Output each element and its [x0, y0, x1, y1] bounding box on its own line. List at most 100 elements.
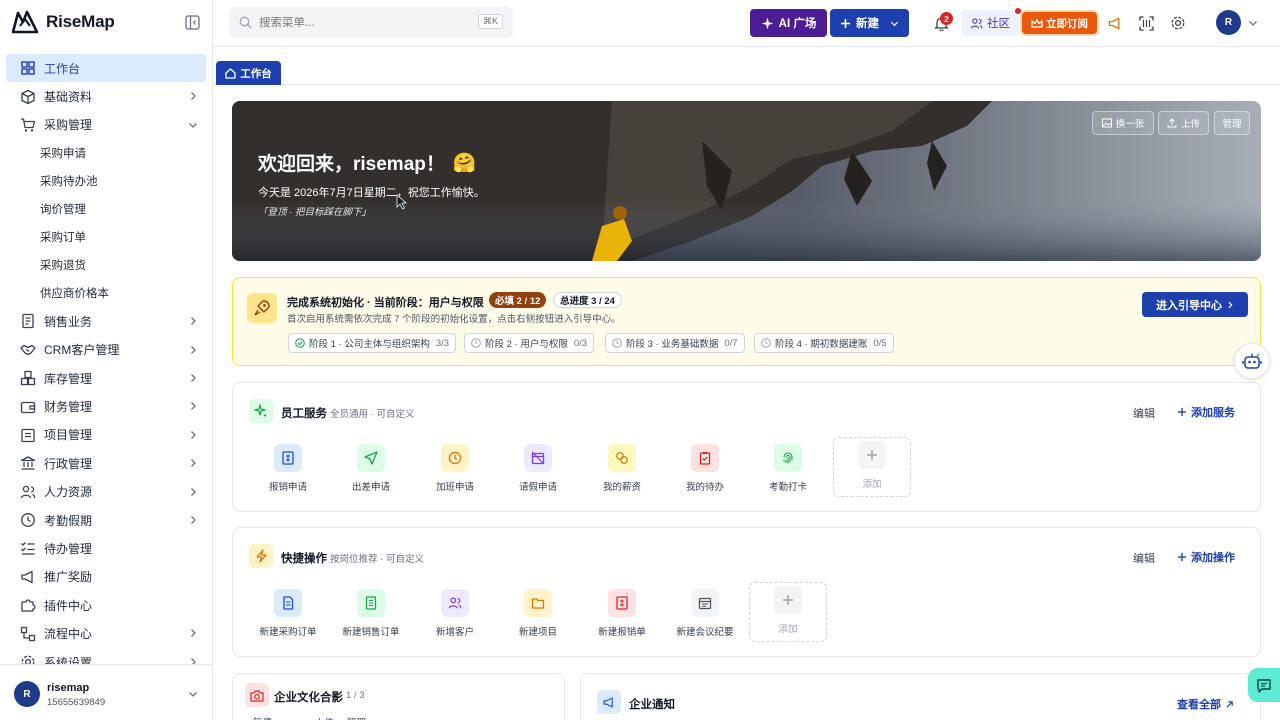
sidebar-item-basic-data[interactable]: 基础资料	[6, 82, 206, 110]
avatar: R	[14, 681, 40, 707]
stage-4-chip[interactable]: 阶段 4 · 期初数据建账 0/5	[754, 333, 894, 353]
receipt-icon	[608, 589, 636, 617]
sidebar-item-label: 考勤假期	[44, 513, 93, 528]
sidebar-item-settings[interactable]: 系统设置	[6, 648, 206, 664]
megaphone-icon[interactable]	[1105, 13, 1125, 33]
ai-plaza-button[interactable]: AI 广场	[750, 9, 827, 37]
sidebar-subitem[interactable]: 采购退货	[0, 251, 212, 279]
app-name: RiseMap	[46, 12, 115, 31]
add-quick-button[interactable]: 添加操作	[1177, 549, 1235, 565]
sidebar-subitem[interactable]: 采购待办池	[0, 167, 212, 195]
sidebar-item-project[interactable]: 项目管理	[6, 421, 206, 449]
edit-quick-button[interactable]: 编辑	[1133, 550, 1155, 566]
sidebar-item-label: 流程中心	[44, 627, 93, 642]
service-reimbursement[interactable]: 报销申请	[249, 441, 327, 499]
chevron-down-icon[interactable]	[1248, 18, 1258, 28]
service-overtime[interactable]: 加班申请	[416, 441, 494, 499]
collapse-sidebar-icon[interactable]	[185, 15, 200, 30]
users-icon	[970, 17, 983, 29]
tile-label: 考勤打卡	[768, 482, 807, 493]
services-subtitle: 全员通用 · 可自定义	[330, 409, 415, 420]
search-input[interactable]	[259, 16, 469, 29]
edit-services-button[interactable]: 编辑	[1133, 405, 1155, 421]
plus-icon	[841, 18, 850, 28]
quick-new-purchase-order[interactable]: 新建采购订单	[249, 586, 327, 644]
community-button[interactable]: 社区	[961, 10, 1019, 36]
tab-dashboard[interactable]: 工作台	[216, 61, 281, 85]
sidebar-item-purchase[interactable]: 采购管理	[6, 111, 206, 139]
add-quick-tile[interactable]: 添加	[749, 582, 827, 642]
sidebar-item-promotion[interactable]: 推广奖励	[6, 563, 206, 591]
sparkle-icon	[761, 17, 774, 29]
services-title: 员工服务	[281, 408, 327, 420]
menu-search[interactable]: ⌘K	[229, 7, 513, 38]
stage-3-chip[interactable]: 阶段 3 · 业务基础数据 0/7	[605, 333, 745, 353]
chevron-right-icon	[191, 402, 196, 411]
workflow-icon	[20, 626, 36, 641]
gear-icon[interactable]	[1168, 13, 1188, 33]
sidebar-item-inventory[interactable]: 库存管理	[6, 364, 206, 392]
culture-upload-button[interactable]: 上传	[315, 715, 334, 720]
sidebar-item-hr[interactable]: 人力资源	[6, 478, 206, 506]
quick-new-project[interactable]: 新建项目	[499, 586, 577, 644]
wallet-icon	[20, 401, 36, 413]
app-logo[interactable]: RiseMap	[10, 8, 115, 36]
new-button[interactable]: 新建	[830, 9, 909, 37]
sidebar-item-admin[interactable]: 行政管理	[6, 449, 206, 477]
sidebar-item-todo[interactable]: 待办管理	[6, 534, 206, 562]
sidebar-item-attendance[interactable]: 考勤假期	[6, 506, 206, 534]
change-image-button[interactable]: 换一张	[1092, 111, 1154, 135]
tile-label: 新建报销单	[598, 627, 646, 638]
ai-assistant-button[interactable]	[1234, 343, 1270, 379]
sidebar-subitem[interactable]: 询价管理	[0, 195, 212, 223]
manage-images-button[interactable]: 管理	[1214, 111, 1250, 135]
sidebar-subitem[interactable]: 供应商价格本	[0, 279, 212, 307]
chevron-right-icon	[191, 345, 196, 354]
sidebar-item-workflow[interactable]: 流程中心	[6, 619, 206, 647]
chevron-down-icon	[189, 692, 197, 697]
service-my-todo[interactable]: 我的待办	[666, 441, 744, 499]
required-progress-badge: 必填 2 / 12	[489, 292, 547, 308]
quick-new-customer[interactable]: 新增客户	[416, 586, 494, 644]
dashboard-icon	[21, 61, 35, 75]
stage-1-chip[interactable]: 阶段 1 · 公司主体与组织架构 3/3	[288, 333, 457, 353]
add-service-button[interactable]: 添加服务	[1177, 404, 1235, 420]
clock-icon	[441, 444, 469, 472]
service-clock-in[interactable]: 考勤打卡	[749, 441, 827, 499]
sidebar-item-dashboard[interactable]: 工作台	[6, 54, 206, 83]
add-service-tile[interactable]: 添加	[833, 437, 911, 497]
sidebar-item-label: 待办管理	[44, 541, 93, 556]
service-business-trip[interactable]: 出差申请	[332, 441, 410, 499]
rocket-icon	[247, 293, 277, 323]
enter-guide-button[interactable]: 进入引导中心	[1142, 292, 1248, 317]
sidebar-item-crm[interactable]: CRM客户管理	[6, 336, 206, 364]
scan-icon[interactable]	[1136, 13, 1156, 33]
quick-new-expense[interactable]: 新建报销单	[583, 586, 661, 644]
view-all-notices-button[interactable]: 查看全部	[1177, 696, 1234, 712]
quick-subtitle: 按岗位推荐 · 可自定义	[330, 554, 424, 565]
plus-icon	[1177, 407, 1187, 417]
upload-image-button[interactable]: 上传	[1158, 111, 1209, 135]
sidebar-subitem[interactable]: 采购订单	[0, 223, 212, 251]
stage-2-chip[interactable]: 阶段 2 · 用户与权限 0/3	[464, 333, 595, 353]
culture-manage-button[interactable]: 管理	[347, 715, 366, 720]
box-icon	[21, 89, 35, 104]
quick-new-meeting-notes[interactable]: 新建会议纪要	[666, 586, 744, 644]
sidebar-item-finance[interactable]: 财务管理	[6, 392, 206, 420]
stage-count: 0/7	[724, 337, 738, 349]
sidebar-item-sales[interactable]: 销售业务	[6, 307, 206, 335]
subscribe-button[interactable]: 立即订阅	[1022, 12, 1097, 34]
service-salary[interactable]: 我的薪资	[583, 441, 661, 499]
user-profile[interactable]: R risemap 15655639849	[0, 664, 212, 720]
employee-services-card: 员工服务 全员通用 · 可自定义 编辑 添加服务 报销申请 出差申请 加班申请 …	[232, 382, 1261, 512]
sidebar-subitem[interactable]: 采购申请	[0, 139, 212, 167]
top-avatar[interactable]: R	[1216, 10, 1241, 35]
settings-icon	[21, 655, 35, 664]
sidebar-item-plugins[interactable]: 插件中心	[6, 591, 206, 619]
notification-badge: 2	[940, 12, 953, 25]
chevron-right-icon	[191, 92, 196, 101]
pause-button[interactable]: 暂停	[253, 715, 272, 720]
quick-new-sales-order[interactable]: 新建销售订单	[332, 586, 410, 644]
service-leave[interactable]: 请假申请	[499, 441, 577, 499]
chat-support-button[interactable]	[1248, 668, 1280, 702]
